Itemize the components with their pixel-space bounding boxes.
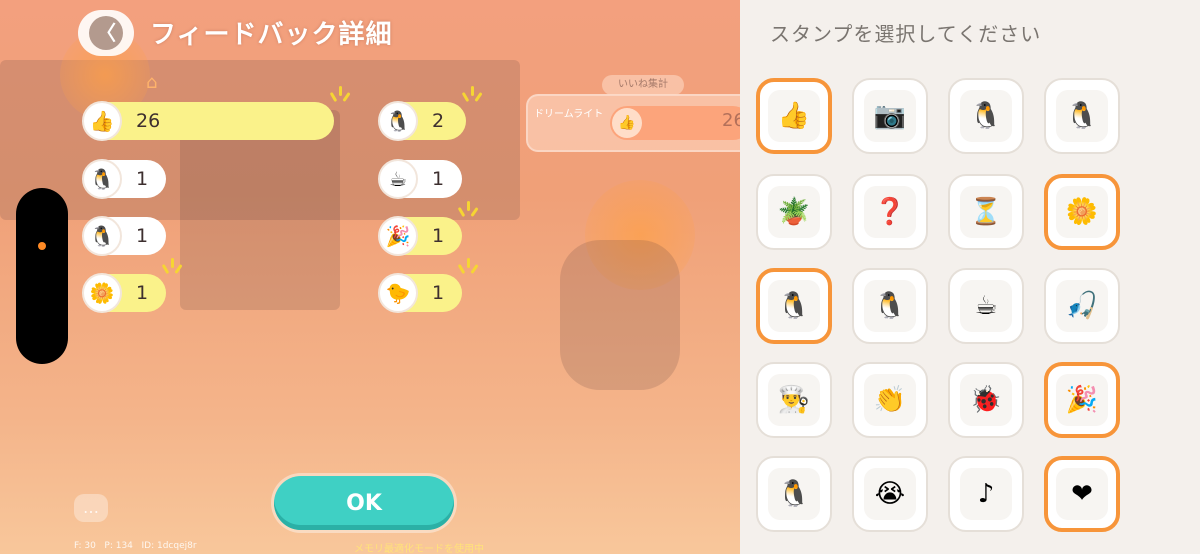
camera-bird-stamp[interactable]: 📷 xyxy=(852,78,928,154)
coffee-bird-icon: ☕ xyxy=(960,280,1012,332)
bird-thumbs-up-stamp[interactable]: 🐧 xyxy=(1044,78,1120,154)
sparkle-icon xyxy=(457,201,479,221)
feedback-count: 2 xyxy=(432,110,445,132)
page-title: フィードバック詳細 xyxy=(150,20,393,50)
feedback-count: 1 xyxy=(136,225,149,247)
waving-bird-stamp[interactable]: 🐧 xyxy=(852,268,928,344)
thumbs-up-icon: 👍 xyxy=(612,108,642,138)
music-note-stamp[interactable]: ♪ xyxy=(948,456,1024,532)
party-bird-icon: 🎉 xyxy=(1056,374,1108,426)
crying-bird-icon: 🐧 xyxy=(768,468,820,520)
fishing-bird-icon: 🎣 xyxy=(1056,280,1108,332)
feedback-count: 1 xyxy=(136,282,149,304)
feedback-item: 🌼 1 xyxy=(82,273,166,313)
ladybug-bird-icon: 🐞 xyxy=(960,374,1012,426)
thumbs-up-icon: 👍 xyxy=(82,101,122,141)
scene-structure xyxy=(180,110,340,310)
feedback-item: 🐧 1 xyxy=(82,216,166,256)
coffee-icon: ☕ xyxy=(378,159,418,199)
shy-bird-stamp[interactable]: 🐧 xyxy=(756,268,832,344)
tearful-bird-stamp[interactable]: 😭 xyxy=(852,456,928,532)
party-bird-stamp[interactable]: 🎉 xyxy=(1044,362,1120,438)
back-button[interactable]: 〈 xyxy=(78,10,134,56)
flower-bird-stamp[interactable]: 🌼 xyxy=(1044,174,1120,250)
fishing-bird-stamp[interactable]: 🎣 xyxy=(1044,268,1120,344)
stamp-panel: スタンプを選択してください 👍 📷 🐧 🐧 🪴 ❓ ⏳ 🌼 🐧 🐧 ☕ 🎣 👨‍🍳 👏 🐞 🎉 🐧 😭 ♪ ❤ xyxy=(740,0,1200,554)
sparkle-icon xyxy=(161,258,183,278)
sparkle-icon xyxy=(329,86,351,106)
bird-heart-icon: 🐤 xyxy=(378,273,418,313)
feedback-item: 🎉 1 xyxy=(378,216,462,256)
feedback-count: 1 xyxy=(136,168,149,190)
stamp-panel-title: スタンプを選択してください xyxy=(770,22,1042,46)
bird-thumbs-up-icon: 🐧 xyxy=(82,159,122,199)
feedback-item: 🐧 2 xyxy=(378,101,466,141)
thumbs-up-icon: 👍 xyxy=(768,90,820,142)
chef-bird-icon: 👨‍🍳 xyxy=(768,374,820,426)
question-bird-icon: ❓ xyxy=(864,186,916,238)
waving-bird-icon: 🐧 xyxy=(864,280,916,332)
ok-button[interactable]: OK xyxy=(274,476,454,530)
smiling-bird-stamp[interactable]: 🐧 xyxy=(948,78,1024,154)
flower-bird-icon: 🌼 xyxy=(1056,186,1108,238)
feedback-count: 1 xyxy=(432,168,445,190)
feedback-item: 🐧 1 xyxy=(82,159,166,199)
bird-question-icon: 🐧 xyxy=(82,216,122,256)
crying-bird-stamp[interactable]: 🐧 xyxy=(756,456,832,532)
ladybug-bird-stamp[interactable]: 🐞 xyxy=(948,362,1024,438)
dreamlight-label: ドリームライト xyxy=(534,109,604,120)
camera-bird-icon: 📷 xyxy=(864,90,916,142)
scene-character xyxy=(560,240,680,390)
debug-info: F: 30 P: 134 ID: 1dcqej8r xyxy=(74,541,197,551)
watering-can-stamp[interactable]: 🪴 xyxy=(756,174,832,250)
thumbs-up-stamp[interactable]: 👍 xyxy=(756,78,832,154)
sparkle-icon xyxy=(457,258,479,278)
bird-flower-icon: 🌼 xyxy=(82,273,122,313)
question-bird-stamp[interactable]: ❓ xyxy=(852,174,928,250)
bird-shy-icon: 🐧 xyxy=(378,101,418,141)
feedback-item: ☕ 1 xyxy=(378,159,462,199)
game-view: 〈 フィードバック詳細 ⌂ 👍 26 🐧 1 🐧 1 🌼 1 🐧 2 ☕ 1 🎉 1 🐤 1 いいね集計 ドリ… xyxy=(0,0,740,554)
home-icon: ⌂ xyxy=(146,72,158,93)
bird-hug-icon: ❤ xyxy=(1056,468,1108,520)
bird-party-icon: 🎉 xyxy=(378,216,418,256)
feedback-count: 26 xyxy=(136,110,161,132)
sparkle-icon xyxy=(461,86,483,106)
indicator-dot xyxy=(38,242,46,250)
feedback-item: 🐤 1 xyxy=(378,273,462,313)
chef-bird-stamp[interactable]: 👨‍🍳 xyxy=(756,362,832,438)
music-note-icon: ♪ xyxy=(960,468,1012,520)
feedback-count: 1 xyxy=(432,282,445,304)
bird-hug-stamp[interactable]: ❤ xyxy=(1044,456,1120,532)
shy-bird-icon: 🐧 xyxy=(768,280,820,332)
bird-thumbs-up-icon: 🐧 xyxy=(1056,90,1108,142)
hourglass-bird-icon: ⏳ xyxy=(960,186,1012,238)
side-handle[interactable] xyxy=(16,188,68,364)
coffee-bird-stamp[interactable]: ☕ xyxy=(948,268,1024,344)
chat-icon[interactable]: … xyxy=(74,494,108,522)
feedback-count: 1 xyxy=(432,225,445,247)
hourglass-bird-stamp[interactable]: ⏳ xyxy=(948,174,1024,250)
smiling-bird-icon: 🐧 xyxy=(960,90,1012,142)
clapping-bird-stamp[interactable]: 👏 xyxy=(852,362,928,438)
watering-can-icon: 🪴 xyxy=(768,186,820,238)
feedback-item: 👍 26 xyxy=(82,101,334,141)
tearful-bird-icon: 😭 xyxy=(864,468,916,520)
clapping-bird-icon: 👏 xyxy=(864,374,916,426)
chevron-left-icon: 〈 xyxy=(89,16,123,50)
memory-mode-notice: メモリ最適化モードを使用中 xyxy=(354,544,484,554)
dreamlight-value: 26 xyxy=(722,110,740,131)
likes-summary-tab: いいね集計 xyxy=(602,75,684,95)
